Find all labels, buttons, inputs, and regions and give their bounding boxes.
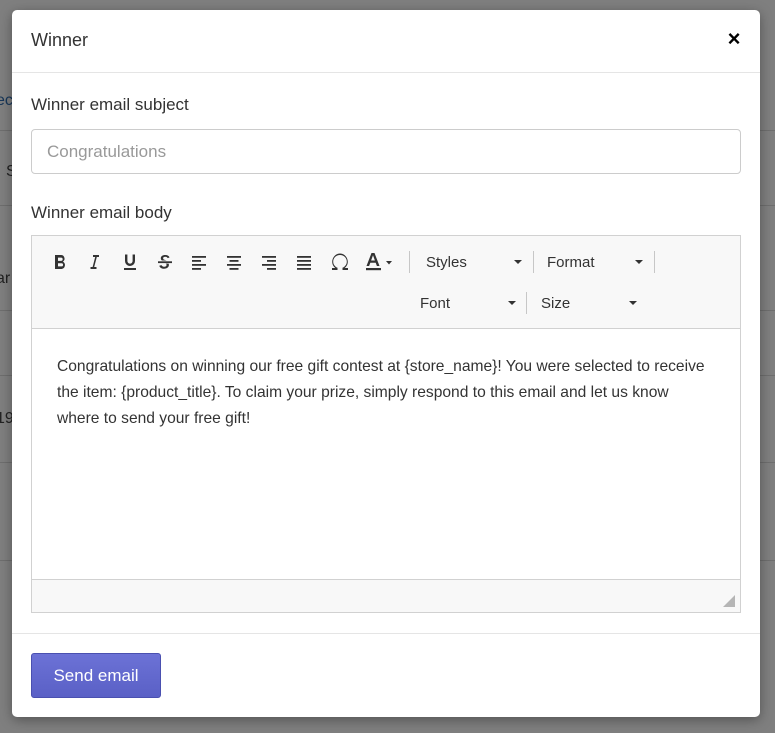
strikethrough-icon — [158, 255, 172, 269]
chevron-down-icon — [635, 260, 643, 264]
chevron-down-icon — [514, 260, 522, 264]
underline-icon — [124, 254, 136, 270]
toolbar-separator — [533, 251, 534, 273]
bold-button[interactable] — [45, 249, 75, 275]
strikethrough-button[interactable] — [150, 249, 180, 275]
font-dropdown[interactable]: Font — [420, 290, 516, 316]
format-dropdown[interactable]: Format — [547, 249, 643, 275]
text-color-icon — [366, 253, 392, 271]
text-color-button[interactable] — [362, 249, 396, 275]
align-left-icon — [192, 256, 206, 270]
editor-statusbar — [32, 579, 740, 612]
align-justify-icon — [297, 256, 311, 270]
underline-button[interactable] — [115, 249, 145, 275]
align-left-button[interactable] — [184, 249, 214, 275]
resize-handle-icon[interactable] — [723, 595, 735, 607]
subject-input[interactable] — [31, 129, 741, 174]
rich-text-editor: Styles Format Font Size Congratulations … — [31, 235, 741, 613]
modal-title: Winner — [31, 30, 89, 50]
close-button[interactable]: × — [722, 26, 746, 52]
chevron-down-icon — [629, 301, 637, 305]
bold-icon — [55, 255, 65, 269]
subject-label: Winner email subject — [31, 95, 189, 114]
send-email-button[interactable]: Send email — [31, 653, 161, 698]
email-body-text: Congratulations on winning our free gift… — [57, 358, 705, 427]
editor-content-area[interactable]: Congratulations on winning our free gift… — [32, 329, 740, 579]
modal-footer: Send email — [12, 633, 760, 717]
styles-dropdown-label: Styles — [426, 253, 467, 271]
align-center-icon — [227, 256, 241, 270]
special-character-icon — [332, 253, 348, 270]
align-right-button[interactable] — [254, 249, 284, 275]
toolbar-separator — [526, 292, 527, 314]
editor-toolbar: Styles Format Font Size — [32, 236, 740, 329]
close-icon: × — [727, 26, 741, 51]
align-justify-button[interactable] — [289, 249, 319, 275]
italic-button[interactable] — [79, 249, 109, 275]
modal-header: Winner × — [12, 10, 760, 73]
body-label: Winner email body — [31, 203, 172, 222]
toolbar-separator — [409, 251, 410, 273]
align-center-button[interactable] — [219, 249, 249, 275]
font-dropdown-label: Font — [420, 294, 451, 312]
special-character-button[interactable] — [325, 249, 355, 275]
toolbar-separator — [654, 251, 655, 273]
winner-modal: Winner × Winner email subject Winner ema… — [12, 10, 760, 717]
format-dropdown-label: Format — [547, 253, 595, 271]
size-dropdown[interactable]: Size — [541, 290, 637, 316]
italic-icon — [90, 255, 99, 269]
chevron-down-icon — [508, 301, 516, 305]
size-dropdown-label: Size — [541, 294, 571, 312]
styles-dropdown[interactable]: Styles — [426, 249, 522, 275]
align-right-icon — [262, 256, 276, 270]
